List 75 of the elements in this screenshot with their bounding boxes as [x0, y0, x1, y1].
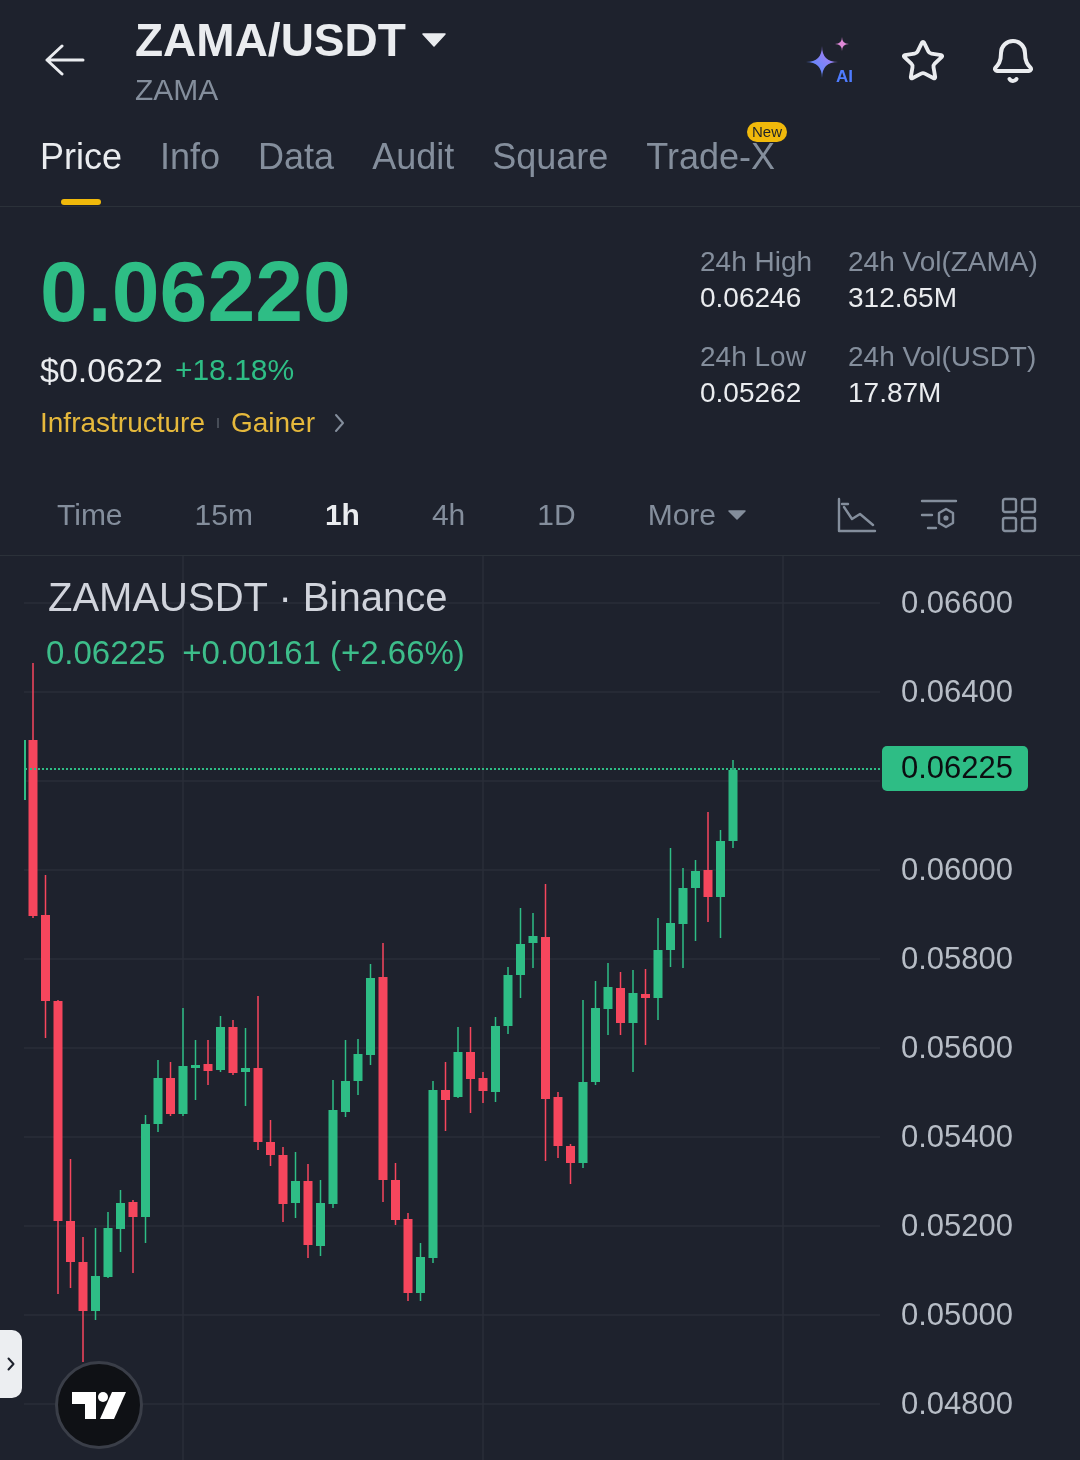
falling-candle: [391, 1163, 400, 1225]
stat-value: 0.05262: [700, 376, 803, 410]
logo-icon[interactable]: [55, 1361, 143, 1449]
tab[interactable]: Trade-X New: [646, 118, 787, 206]
caret-down-icon: [421, 33, 446, 47]
stat-value: 0.06246: [700, 281, 803, 315]
price-axis-label: 0.05600: [901, 1029, 1014, 1066]
falling-candle: [203, 1040, 213, 1085]
interval-tab[interactable]: 15m: [194, 496, 253, 533]
more-intervals-dropdown[interactable]: More: [647, 496, 747, 533]
stat-label: 24h Vol(USDT): [848, 340, 1038, 374]
stat-value: 17.87M: [848, 376, 943, 410]
price-axis-label: 0.06600: [901, 584, 1014, 621]
falling-candle: [553, 1092, 563, 1158]
category-label[interactable]: Gainer: [230, 406, 315, 440]
interval-tab[interactable]: 4h: [431, 496, 466, 533]
tab[interactable]: Square: [492, 118, 609, 206]
falling-candle: [441, 1062, 450, 1131]
ai-assistant-button[interactable]: AI: [805, 36, 857, 86]
rising-candle: [603, 963, 613, 1035]
stat-label: 24h Vol(ZAMA): [848, 245, 1039, 279]
interval-tab[interactable]: 1h: [324, 496, 360, 533]
rising-candle: [116, 1190, 125, 1252]
price-change: +18.18%: [174, 352, 295, 388]
rising-candle: [528, 913, 538, 968]
base-asset-name: ZAMA: [135, 72, 220, 108]
price-axis-label: 0.04800: [901, 1385, 1014, 1422]
category-label[interactable]: Infrastructure: [40, 406, 205, 440]
stat-label: 24h High: [700, 245, 814, 279]
selected-tab-indicator: [61, 199, 101, 205]
rising-candle: [191, 1040, 200, 1100]
falling-candle: [566, 1144, 575, 1184]
tab[interactable]: Price: [40, 118, 123, 206]
tab[interactable]: Audit: [372, 118, 455, 206]
grid-layout-icon[interactable]: [1001, 496, 1037, 533]
usd-price: $0.0622: [40, 350, 163, 390]
price-axis-label: 0.05200: [901, 1207, 1014, 1244]
rising-candle: [103, 1212, 113, 1278]
falling-candle: [266, 1120, 275, 1166]
rising-candle: [153, 1060, 163, 1132]
chevron-right-icon[interactable]: [334, 413, 345, 433]
interval-tab[interactable]: 1D: [537, 496, 576, 533]
indicator-settings-icon[interactable]: [920, 497, 958, 532]
new-badge: New: [747, 122, 787, 142]
price-axis-label: 0.06400: [901, 673, 1014, 710]
current-price-label: 0.06225: [882, 746, 1028, 791]
rising-candle: [216, 1016, 225, 1072]
chevron-right-icon: [7, 1357, 15, 1371]
price-axis-label: 0.05800: [901, 940, 1014, 977]
price-axis-label: 0.05400: [901, 1118, 1014, 1155]
interval-tab[interactable]: Time: [57, 496, 123, 533]
rising-candle: [453, 1027, 463, 1098]
rising-candle: [503, 967, 513, 1034]
rising-candle: [416, 1243, 425, 1301]
chart-symbol-title: ZAMAUSDT · Binance: [47, 574, 449, 621]
tab[interactable]: Info: [160, 118, 221, 206]
line-chart-icon[interactable]: [837, 496, 877, 533]
price-axis-label: 0.05000: [901, 1296, 1014, 1333]
chart-last-price: 0.06225: [46, 633, 166, 673]
chart-price-change: +0.00161 (+2.66%): [182, 633, 465, 673]
falling-candle: [228, 1020, 238, 1075]
tab[interactable]: Data: [258, 118, 335, 206]
back-arrow-icon[interactable]: [45, 44, 85, 76]
side-panel-toggle[interactable]: [0, 1330, 22, 1398]
falling-candle: [478, 1072, 488, 1103]
stat-value: 312.65M: [848, 281, 958, 315]
falling-candle: [616, 972, 625, 1035]
last-price: 0.06220: [40, 246, 352, 336]
price-axis-label: 0.06000: [901, 851, 1014, 888]
rising-candle: [291, 1152, 300, 1218]
caret-down-icon: [728, 509, 747, 520]
stat-label: 24h Low: [700, 340, 807, 374]
falling-candle: [166, 1062, 175, 1116]
rising-candle: [353, 1039, 363, 1095]
pair-selector[interactable]: ZAMA/USDT: [135, 14, 446, 66]
